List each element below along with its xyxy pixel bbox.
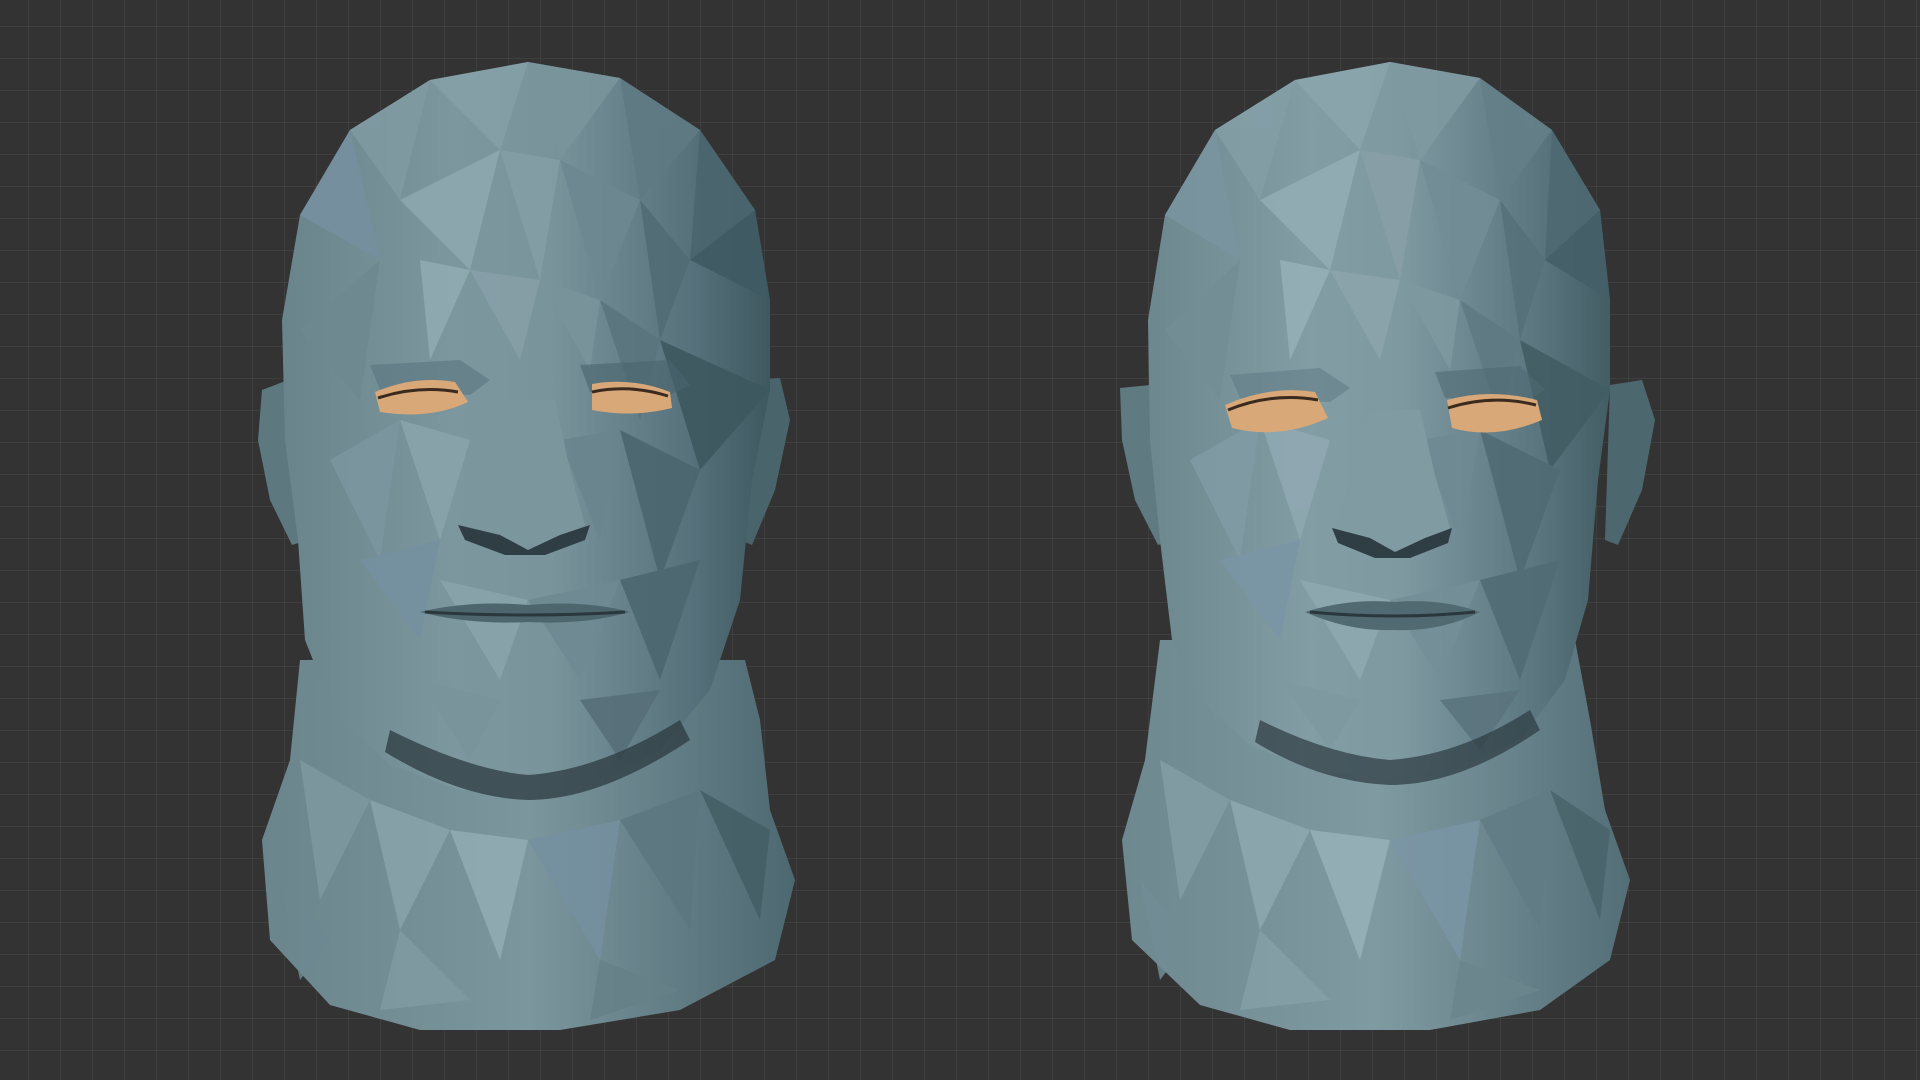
head-model-right[interactable] xyxy=(960,0,1920,1080)
ear-right-r xyxy=(1605,380,1655,545)
head-model-left[interactable] xyxy=(0,0,960,1080)
3d-viewport[interactable] xyxy=(0,0,1920,1080)
head-mesh-right xyxy=(1120,62,1655,1030)
head-mesh-left xyxy=(258,62,795,1030)
